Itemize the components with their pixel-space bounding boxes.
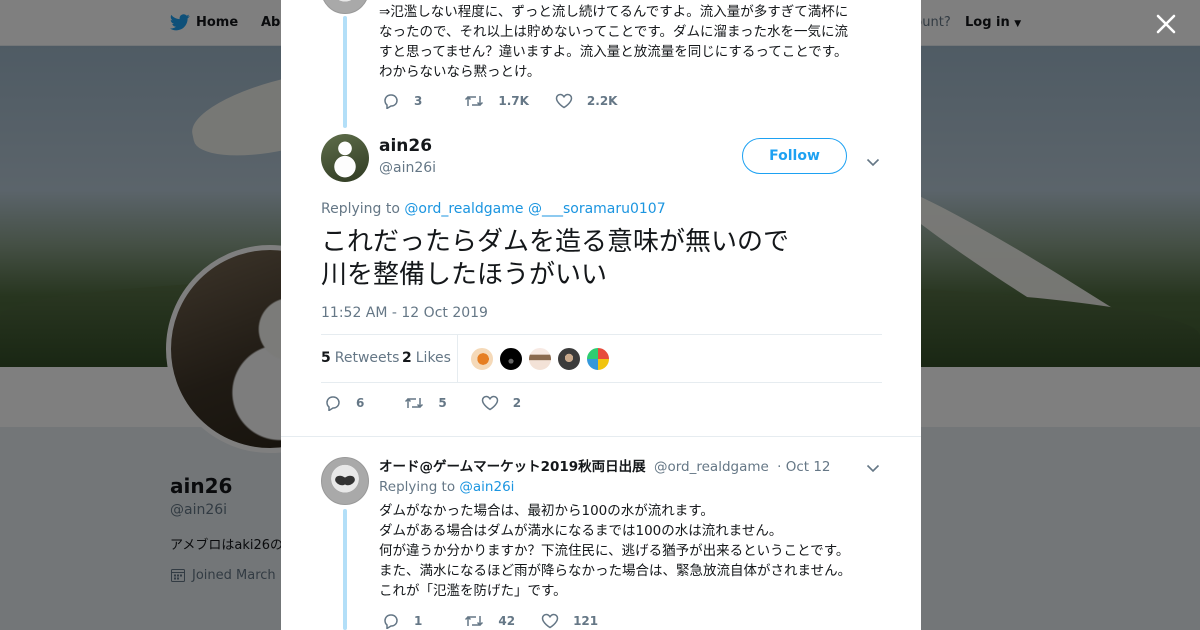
mention-link[interactable]: @ain26i bbox=[459, 479, 514, 495]
reply-tweet-actions: 1 42 121 bbox=[382, 613, 624, 629]
reply-button[interactable]: 6 bbox=[324, 395, 364, 411]
prev-tweet-text: ⇒氾濫しない程度に、ずっと流し続けてるんですよ。流入量が多すぎて満杯に なったの… bbox=[379, 2, 879, 82]
retweet-count: 5 bbox=[438, 396, 447, 410]
reply-tweet-line: また、満水になるほど雨が降らなかった場合は、緊急放流自体がされません。 bbox=[379, 563, 852, 579]
reply-button[interactable]: 3 bbox=[382, 93, 422, 109]
close-button[interactable] bbox=[1152, 10, 1180, 38]
reply-count: 1 bbox=[414, 614, 423, 628]
liker-avatar[interactable] bbox=[528, 347, 552, 371]
reply-tweet-header: オード@ゲームマーケット2019秋両日出展 @ord_realdgame · O… bbox=[379, 455, 831, 475]
retweet-count: 42 bbox=[498, 614, 516, 628]
heart-icon bbox=[541, 613, 559, 629]
liker-avatar[interactable] bbox=[586, 347, 610, 371]
main-tweet-timestamp[interactable]: 11:52 AM - 12 Oct 2019 bbox=[321, 305, 488, 321]
main-tweet-text: これだったらダムを造る意味が無いので 川を整備したほうがいい bbox=[321, 226, 789, 292]
stats-divider bbox=[457, 335, 458, 382]
like-count: 121 bbox=[573, 614, 599, 628]
tweet-menu-button[interactable] bbox=[866, 458, 880, 473]
reply-count: 3 bbox=[414, 94, 423, 108]
reply-tweet-line: ダムがある場合はダムが満水になるまでは100の水は流れません。 bbox=[379, 523, 783, 539]
reply-icon bbox=[384, 94, 398, 109]
prev-tweet-line: ⇒氾濫しない程度に、ずっと流し続けてるんですよ。流入量が多すぎて満杯に bbox=[379, 4, 849, 20]
liker-avatar[interactable] bbox=[499, 347, 523, 371]
retweet-icon bbox=[465, 95, 484, 107]
reply-tweet-handle[interactable]: @ord_realdgame bbox=[654, 459, 769, 475]
prev-tweet-line: なったので、それ以上は貯めないってことです。ダムに溜まった水を一気に流 bbox=[379, 24, 848, 40]
likes-stat[interactable]: 2 Likes bbox=[402, 350, 451, 366]
replying-prefix: Replying to bbox=[321, 201, 400, 217]
tweet-stats: 5 Retweets 2 Likes bbox=[321, 334, 882, 383]
main-tweet-avatar[interactable] bbox=[321, 134, 369, 182]
heart-icon bbox=[555, 93, 573, 109]
prev-tweet-actions: 3 1.7K 2.2K bbox=[382, 93, 643, 109]
reply-replying-to: Replying to @ain26i bbox=[379, 479, 514, 495]
mention-link[interactable]: @___soramaru0107 bbox=[528, 201, 666, 217]
reply-section-separator bbox=[281, 436, 921, 446]
reply-icon bbox=[326, 396, 340, 411]
like-button[interactable]: 2.2K bbox=[555, 93, 618, 109]
reply-count: 6 bbox=[356, 396, 365, 410]
reply-tweet-avatar[interactable] bbox=[321, 457, 369, 505]
like-button[interactable]: 2 bbox=[481, 395, 521, 411]
reply-tweet-line: 何が違うか分かりますか？下流住民に、逃げる猶予が出来るということです。 bbox=[379, 543, 850, 559]
reply-tweet-line: これが「氾濫を防げた」です。 bbox=[379, 583, 567, 599]
retweet-icon bbox=[405, 397, 424, 409]
retweets-stat[interactable]: 5 Retweets bbox=[321, 350, 399, 366]
likes-stat-count: 2 bbox=[402, 350, 412, 366]
retweet-icon bbox=[465, 615, 484, 627]
prev-tweet-avatar[interactable] bbox=[321, 0, 369, 14]
chevron-down-icon bbox=[866, 158, 880, 167]
reply-tweet-date[interactable]: · Oct 12 bbox=[777, 459, 830, 475]
reply-button[interactable]: 1 bbox=[382, 613, 422, 629]
heart-icon bbox=[481, 395, 498, 411]
reply-tweet-name[interactable]: オード@ゲームマーケット2019秋両日出展 bbox=[379, 459, 646, 475]
reply-tweet-text: ダムがなかった場合は、最初から100の水が流れます。 ダムがある場合はダムが満水… bbox=[379, 501, 879, 601]
thread-line bbox=[343, 16, 347, 128]
like-button[interactable]: 121 bbox=[541, 613, 598, 629]
prev-tweet-line: わからないなら黙っとけ。 bbox=[379, 64, 541, 80]
like-count: 2.2K bbox=[586, 94, 618, 108]
thread-line bbox=[343, 509, 347, 630]
retweet-button[interactable]: 5 bbox=[404, 395, 447, 411]
tweet-modal: ⇒氾濫しない程度に、ずっと流し続けてるんですよ。流入量が多すぎて満杯に なったの… bbox=[281, 0, 921, 630]
like-count: 2 bbox=[512, 396, 522, 410]
replying-prefix: Replying to bbox=[379, 479, 456, 495]
retweets-stat-count: 5 bbox=[321, 350, 331, 366]
retweet-button[interactable]: 42 bbox=[464, 613, 515, 629]
retweet-count: 1.7K bbox=[498, 94, 529, 108]
liker-avatar[interactable] bbox=[557, 347, 581, 371]
retweet-button[interactable]: 1.7K bbox=[464, 93, 529, 109]
main-tweet-line: これだったらダムを造る意味が無いので bbox=[321, 227, 790, 257]
reply-tweet-line: ダムがなかった場合は、最初から100の水が流れます。 bbox=[379, 503, 714, 519]
liker-avatar[interactable] bbox=[470, 347, 494, 371]
close-icon bbox=[1156, 14, 1176, 34]
follow-button[interactable]: Follow bbox=[742, 138, 847, 174]
main-replying-to: Replying to @ord_realdgame @___soramaru0… bbox=[321, 201, 666, 217]
chevron-down-icon bbox=[866, 464, 880, 473]
main-tweet-name[interactable]: ain26 bbox=[379, 136, 432, 156]
prev-tweet-line: すと思ってません？違いますよ。流入量と放流量を同じにするってことです。 bbox=[379, 44, 848, 60]
main-tweet-handle[interactable]: @ain26i bbox=[379, 160, 436, 176]
mention-link[interactable]: @ord_realdgame bbox=[404, 201, 523, 217]
main-tweet-line: 川を整備したほうがいい bbox=[321, 260, 608, 290]
retweets-stat-label: Retweets bbox=[334, 350, 400, 366]
main-tweet-actions: 6 5 2 bbox=[324, 395, 547, 411]
likes-stat-label: Likes bbox=[415, 350, 451, 366]
reply-icon bbox=[384, 614, 398, 629]
tweet-menu-button[interactable] bbox=[866, 152, 880, 167]
